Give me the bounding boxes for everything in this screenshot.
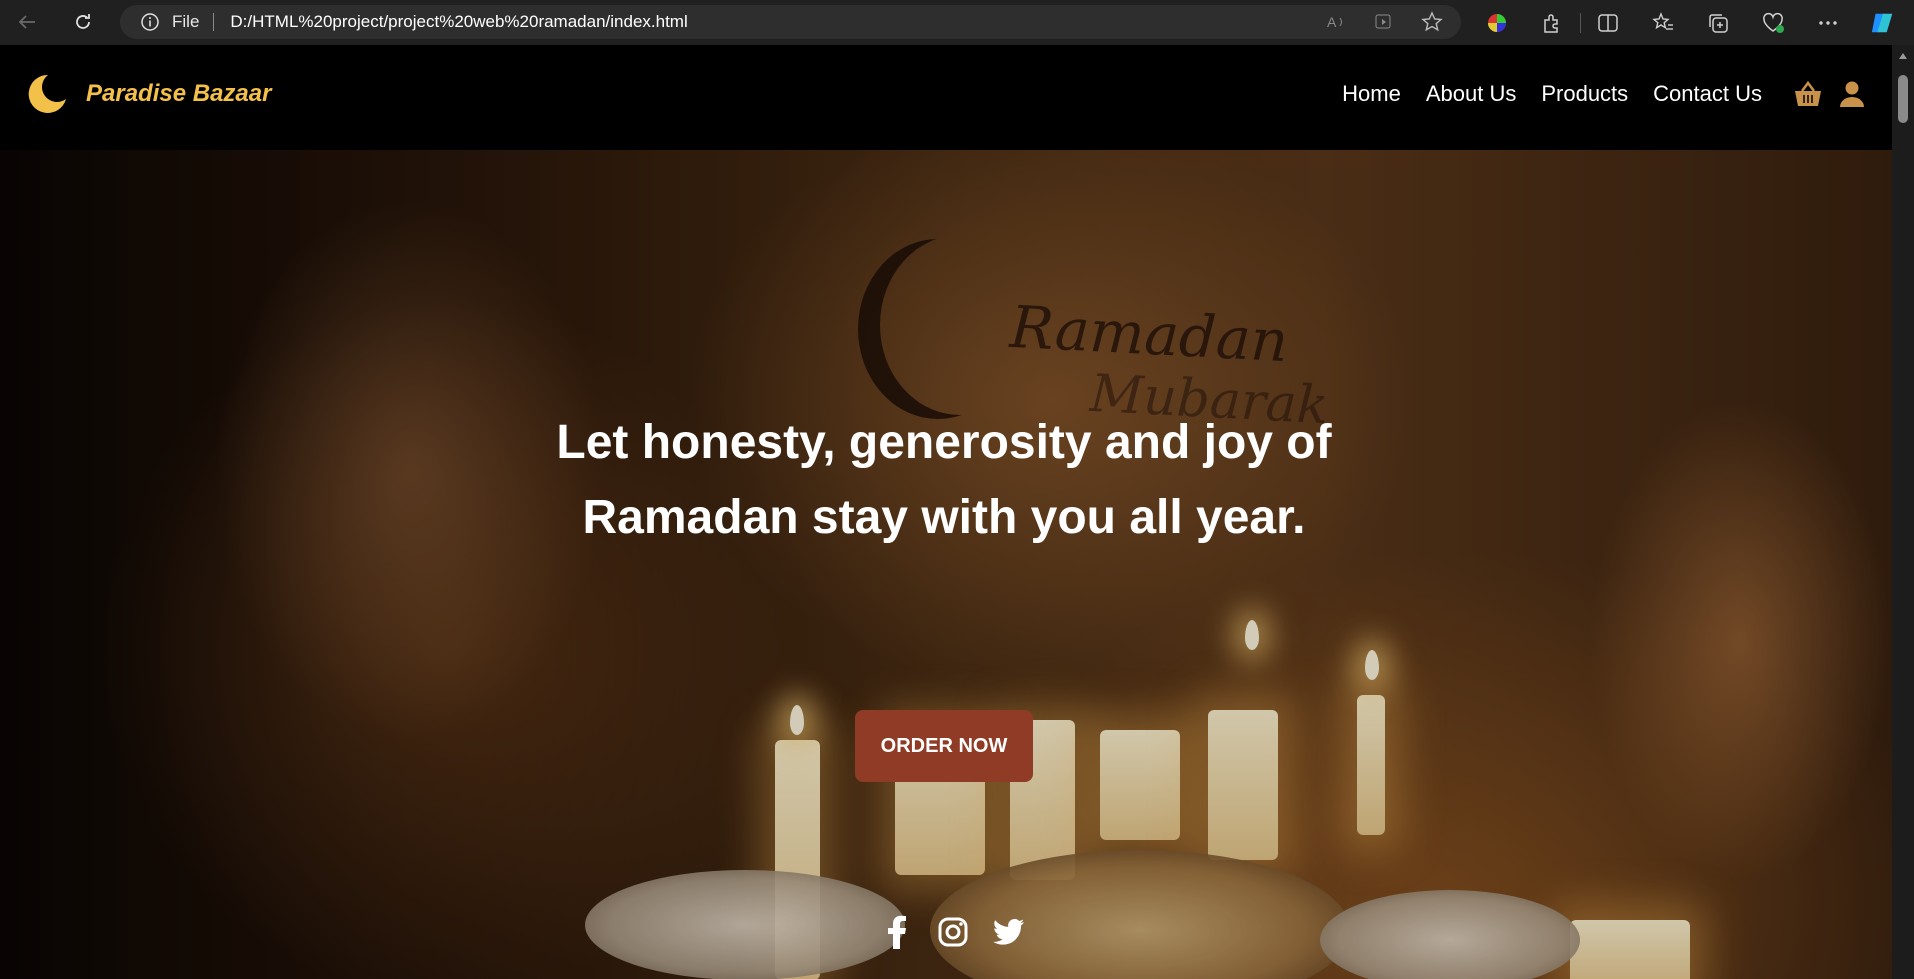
read-aloud-icon[interactable]: A [1325, 11, 1347, 33]
url-text[interactable]: D:/HTML%20project/project%20web%20ramada… [230, 12, 687, 32]
file-label: File [172, 12, 200, 31]
favorite-star-icon[interactable] [1421, 11, 1443, 33]
social-links [880, 915, 1026, 949]
back-icon[interactable] [12, 7, 42, 37]
nav-products[interactable]: Products [1541, 81, 1628, 107]
hero-title: Let honesty, generosity and joy of Ramad… [556, 416, 1332, 544]
main-nav: Home About Us Products Contact Us [1342, 81, 1762, 107]
hero-content: Let honesty, generosity and joy of Ramad… [530, 405, 1358, 555]
web-page: Paradise Bazaar Home About Us Products C… [0, 45, 1892, 979]
page-scrollbar[interactable] [1892, 45, 1914, 979]
site-header: Paradise Bazaar Home About Us Products C… [0, 45, 1892, 150]
immersive-reader-icon[interactable] [1373, 11, 1395, 33]
favorites-icon[interactable] [1650, 10, 1676, 36]
health-icon[interactable] [1760, 10, 1786, 36]
address-separator [213, 13, 215, 31]
copilot-icon[interactable] [1870, 10, 1896, 36]
color-wheel-icon[interactable] [1484, 10, 1510, 36]
split-screen-icon[interactable] [1595, 10, 1621, 36]
browser-toolbar: File D:/HTML%20project/project%20web%20r… [0, 0, 1914, 45]
info-icon[interactable] [140, 12, 160, 32]
svg-text:A: A [1327, 14, 1337, 30]
toolbar-separator [1580, 13, 1581, 33]
hero-dark-overlay [0, 150, 1892, 979]
collections-icon[interactable] [1705, 10, 1731, 36]
instagram-icon[interactable] [936, 915, 970, 949]
hero-section: Ramadan Mubarak Let honesty, generosity … [0, 150, 1892, 979]
nav-home[interactable]: Home [1342, 81, 1401, 107]
order-now-button[interactable]: ORDER NOW [855, 710, 1033, 782]
address-bar[interactable]: File D:/HTML%20project/project%20web%20r… [120, 5, 1461, 39]
nav-contact-us[interactable]: Contact Us [1653, 81, 1762, 107]
facebook-icon[interactable] [880, 915, 914, 949]
brand-name[interactable]: Paradise Bazaar [86, 80, 271, 108]
crescent-moon-icon [28, 73, 68, 115]
basket-icon[interactable] [1793, 79, 1823, 109]
twitter-icon[interactable] [992, 915, 1026, 949]
hero-background-image: Ramadan Mubarak [0, 150, 1892, 979]
user-icon[interactable] [1837, 79, 1867, 109]
more-icon[interactable] [1815, 10, 1841, 36]
extensions-icon[interactable] [1539, 10, 1565, 36]
nav-about-us[interactable]: About Us [1426, 81, 1517, 107]
scroll-up-arrow-icon[interactable] [1899, 53, 1907, 59]
logo[interactable]: Paradise Bazaar [28, 73, 271, 115]
scrollbar-thumb[interactable] [1898, 75, 1908, 123]
reload-icon[interactable] [68, 7, 98, 37]
